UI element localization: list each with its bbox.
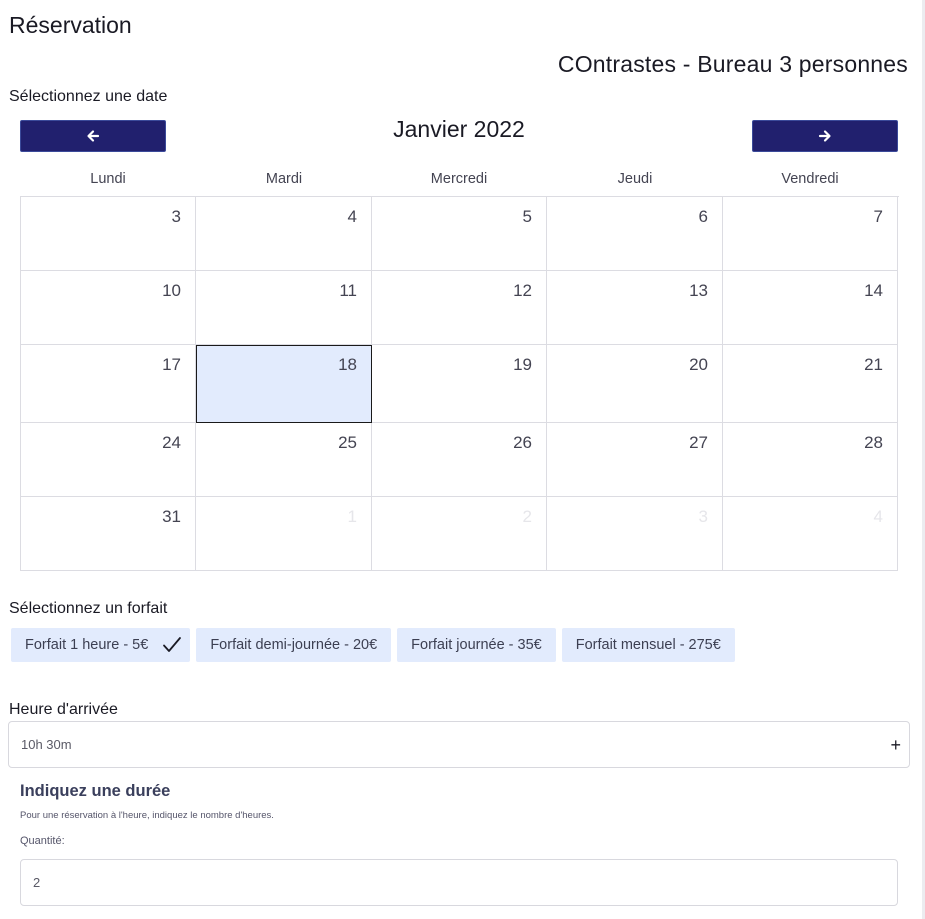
day-number: 13 <box>689 281 708 300</box>
plan-option[interactable]: Forfait 1 heure - 5€ <box>11 628 191 662</box>
day-number: 4 <box>873 507 883 526</box>
quantity-input[interactable] <box>20 859 898 906</box>
quantity-label: Quantité: <box>20 835 65 847</box>
page-title: Réservation <box>9 12 132 38</box>
calendar-day: 4 <box>723 497 898 571</box>
calendar-day[interactable]: 3 <box>21 197 196 271</box>
plan-option[interactable]: Forfait mensuel - 275€ <box>561 628 735 662</box>
plan-option-label: Forfait demi-journée - 20€ <box>210 637 378 653</box>
calendar-day[interactable]: 25 <box>196 423 372 497</box>
calendar-grid: 3 4 5 6 7 10 11 12 13 14 17 18 19 20 21 24 25 26 27 28 31 1 2 3… <box>20 196 899 571</box>
plan-option[interactable]: Forfait demi-journée - 20€ <box>196 628 392 662</box>
day-number: 31 <box>162 507 181 526</box>
calendar-day[interactable]: 24 <box>21 423 196 497</box>
day-number: 14 <box>864 281 883 300</box>
calendar-day[interactable]: 12 <box>372 271 547 345</box>
arrival-time-selector[interactable]: 10h 30m + <box>8 721 910 768</box>
calendar-week-row: 10 11 12 13 14 <box>21 271 899 345</box>
calendar-day[interactable]: 19 <box>372 345 547 423</box>
calendar-day[interactable]: 11 <box>196 271 372 345</box>
calendar-day[interactable]: 4 <box>196 197 372 271</box>
duration-title: Indiquez une durée <box>20 782 171 800</box>
day-number: 21 <box>864 355 883 374</box>
calendar-day: 1 <box>196 497 372 571</box>
day-number: 3 <box>171 207 181 226</box>
weekday-header: Mercredi <box>430 171 488 187</box>
day-number: 20 <box>689 355 708 374</box>
day-number: 18 <box>338 355 357 374</box>
day-number: 17 <box>162 355 181 374</box>
weekday-header: Jeudi <box>617 171 653 187</box>
calendar-day[interactable]: 26 <box>372 423 547 497</box>
weekday-header: Mardi <box>265 171 303 187</box>
duration-help-text: Pour une réservation à l'heure, indiquez… <box>20 810 274 821</box>
calendar-day: 2 <box>372 497 547 571</box>
calendar-week-row: 31 1 2 3 4 <box>21 497 899 571</box>
calendar-day[interactable]: 14 <box>723 271 898 345</box>
arrival-time-value: 10h 30m <box>21 737 72 752</box>
calendar-day[interactable]: 10 <box>21 271 196 345</box>
calendar-day[interactable]: 31 <box>21 497 196 571</box>
checkmark-icon <box>162 636 182 654</box>
day-number: 12 <box>513 281 532 300</box>
plan-option-label: Forfait journée - 35€ <box>411 637 542 653</box>
space-name: COntrastes - Bureau 3 personnes <box>557 51 908 77</box>
arrival-label: Heure d'arrivée <box>9 701 118 718</box>
day-number: 6 <box>698 207 708 226</box>
calendar-day-selected[interactable]: 18 <box>196 345 372 423</box>
weekday-header: Lundi <box>90 171 126 187</box>
calendar-day[interactable]: 28 <box>723 423 898 497</box>
calendar-day[interactable]: 21 <box>723 345 898 423</box>
calendar-day[interactable]: 7 <box>723 197 898 271</box>
day-number: 3 <box>698 507 708 526</box>
calendar-week-row: 3 4 5 6 7 <box>21 197 899 271</box>
calendar-day[interactable]: 20 <box>547 345 723 423</box>
day-number: 25 <box>338 433 357 452</box>
day-number: 24 <box>162 433 181 452</box>
day-number: 26 <box>513 433 532 452</box>
day-number: 7 <box>873 207 883 226</box>
weekday-header: Vendredi <box>781 171 839 187</box>
day-number: 2 <box>522 507 532 526</box>
day-number: 1 <box>347 507 357 526</box>
plan-option-label: Forfait 1 heure - 5€ <box>25 637 149 653</box>
calendar-week-row: 17 18 19 20 21 <box>21 345 899 423</box>
plan-list: Forfait 1 heure - 5€ Forfait demi-journée… <box>11 628 735 662</box>
calendar-day[interactable]: 27 <box>547 423 723 497</box>
calendar-day[interactable]: 13 <box>547 271 723 345</box>
day-number: 28 <box>864 433 883 452</box>
calendar-day: 3 <box>547 497 723 571</box>
calendar-day[interactable]: 17 <box>21 345 196 423</box>
plan-option-label: Forfait mensuel - 275€ <box>575 637 721 653</box>
day-number: 27 <box>689 433 708 452</box>
date-section-label: Sélectionnez une date <box>9 88 168 105</box>
next-month-button[interactable] <box>752 120 898 152</box>
day-number: 11 <box>339 281 357 300</box>
day-number: 5 <box>522 207 532 226</box>
plan-option[interactable]: Forfait journée - 35€ <box>397 628 556 662</box>
calendar-week-row: 24 25 26 27 28 <box>21 423 899 497</box>
day-number: 19 <box>513 355 532 374</box>
day-number: 4 <box>347 207 357 226</box>
calendar-day[interactable]: 5 <box>372 197 547 271</box>
plan-section-label: Sélectionnez un forfait <box>9 600 168 617</box>
day-number: 10 <box>162 281 181 300</box>
arrow-right-icon <box>818 130 831 142</box>
calendar-day[interactable]: 6 <box>547 197 723 271</box>
plus-icon[interactable]: + <box>890 736 901 754</box>
